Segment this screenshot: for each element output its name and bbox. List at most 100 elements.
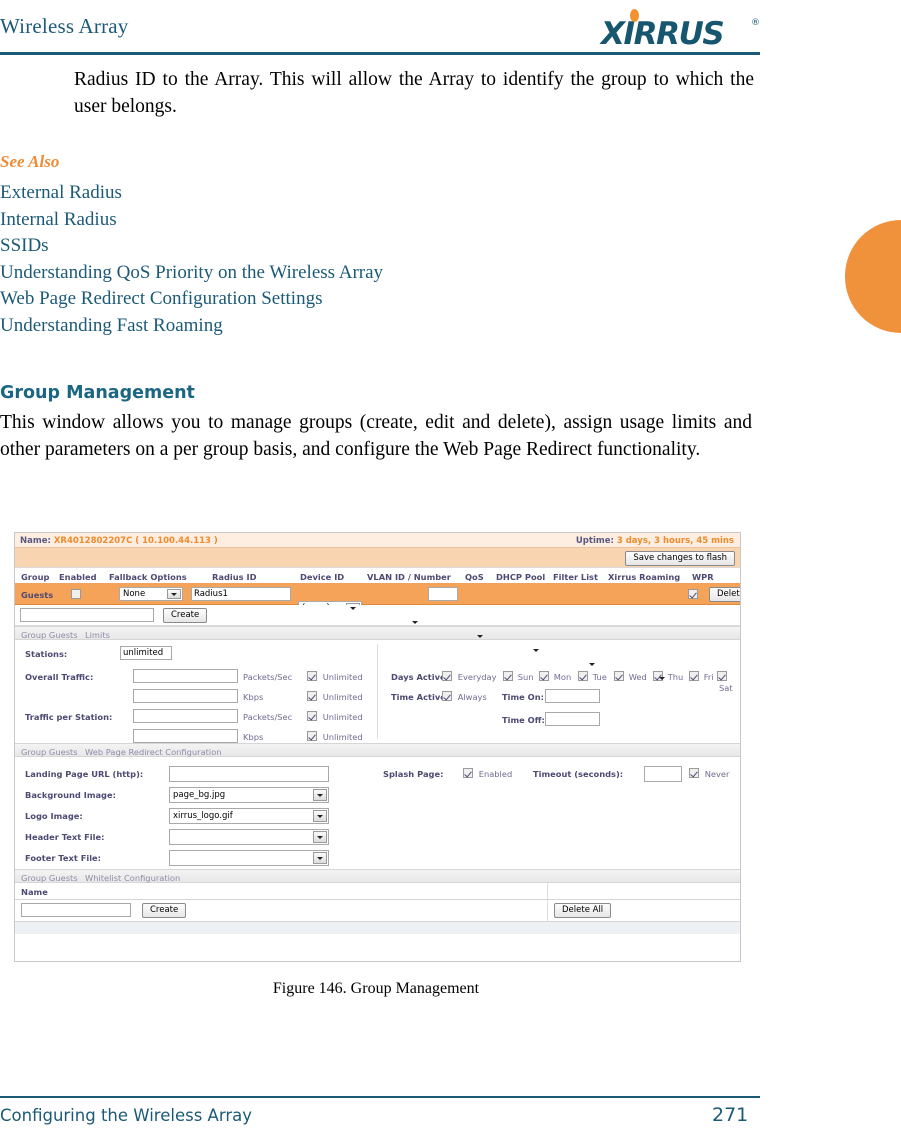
chevron-down-icon [412,621,418,624]
day-wed-checkbox[interactable] [614,671,624,681]
save-changes-to-flash-button[interactable]: Save changes to flash [625,551,735,566]
header-text-file-select[interactable] [169,829,329,845]
overall-pps-unlimited-wrap[interactable]: Unlimited [307,671,363,683]
vlan-number-input[interactable] [428,587,458,601]
see-also-heading: See Also [0,152,60,171]
create-group-button[interactable]: Create [163,608,208,623]
day-fri-wrap[interactable]: Fri [689,671,714,683]
chevron-down-icon [350,607,356,610]
landing-page-url-label: Landing Page URL (http): [25,769,144,779]
never-wrap[interactable]: Never [689,768,729,780]
section-paragraph: This window allows you to manage groups … [0,412,752,460]
time-on-label: Time On: [502,692,544,702]
station-traffic-pps-input[interactable] [133,709,238,723]
fallback-options-value: None [123,589,146,599]
day-sun-checkbox[interactable] [503,671,513,681]
radius-id-input[interactable] [191,587,291,601]
day-mon-wrap[interactable]: Mon [539,671,571,683]
time-off-label: Time Off: [502,715,545,725]
overall-traffic-pps-input[interactable] [133,669,238,683]
logo-image-select[interactable]: xirrus_logo.gif [169,808,329,824]
whitelist-create-button[interactable]: Create [142,903,187,918]
see-also-link-wpr-settings[interactable]: Web Page Redirect Configuration Settings [0,286,600,313]
overall-traffic-label: Overall Traffic: [25,672,94,682]
always-label: Always [457,692,487,702]
day-tue-wrap[interactable]: Tue [578,671,607,683]
time-off-input[interactable] [545,712,600,726]
day-fri-checkbox[interactable] [689,671,699,681]
figure-caption: Figure 146. Group Management [272,980,480,997]
whitelist-header-divider [547,883,548,899]
footer-chapter-title: Configuring the Wireless Array [0,1106,252,1125]
col-filter-list: Filter List [553,572,598,582]
station-kbps-units: Kbps [243,732,264,742]
day-sat-wrap[interactable]: Sat [717,671,740,694]
station-traffic-kbps-input[interactable] [133,729,238,743]
overall-kbps-unlimited-wrap[interactable]: Unlimited [307,691,363,703]
group-enabled-checkbox[interactable] [71,589,81,599]
see-also-link-fast-roaming[interactable]: Understanding Fast Roaming [0,313,600,340]
landing-page-url-input[interactable] [169,766,329,782]
stations-input[interactable] [120,646,172,660]
wpr-checkbox-wrap[interactable] [688,589,698,601]
never-checkbox[interactable] [689,768,699,778]
page-content: Wireless Array XIRRUS ® Radius ID to the… [0,0,760,1137]
delete-group-button[interactable]: Delete [709,587,740,602]
overall-kbps-units: Kbps [243,692,264,702]
chevron-down-icon [171,593,177,596]
whitelist-create-row: Create Delete All [15,900,740,921]
new-group-name-input[interactable] [20,608,154,622]
footer-text-file-select[interactable] [169,850,329,866]
fallback-options-select[interactable]: None [119,587,183,601]
col-group: Group [21,572,50,582]
day-sat-checkbox[interactable] [717,671,727,681]
day-wed-label: Wed [628,672,647,682]
timeout-label: Timeout (seconds): [533,769,624,779]
group-enabled-checkbox-wrap[interactable] [71,589,81,601]
overall-pps-unlimited-checkbox[interactable] [307,671,317,681]
background-image-select[interactable]: page_bg.jpg [169,787,329,803]
day-mon-label: Mon [553,672,572,682]
day-tue-checkbox[interactable] [578,671,588,681]
station-pps-unlimited-checkbox[interactable] [307,711,317,721]
wpr-bar-title: Web Page Redirect Configuration [85,747,222,757]
see-also-link-external-radius[interactable]: External Radius [0,180,600,207]
station-kbps-unlimited-checkbox[interactable] [307,731,317,741]
overall-kbps-unlimited-checkbox[interactable] [307,691,317,701]
splash-enabled-wrap[interactable]: Enabled [463,768,512,780]
always-wrap[interactable]: Always [442,691,487,703]
array-name-block: Name: XR4012802207C ( 10.100.44.113 ) [20,536,218,546]
whitelist-name-input[interactable] [21,903,131,917]
day-thu-wrap[interactable]: Thu [653,671,683,683]
see-also-link-qos-priority[interactable]: Understanding QoS Priority on the Wirele… [0,260,600,287]
day-mon-checkbox[interactable] [539,671,549,681]
group-table-header: Group Enabled Fallback Options Radius ID… [15,568,740,584]
splash-enabled-label: Enabled [478,769,513,779]
whitelist-name-column: Name [21,887,48,897]
group-table-row: Guests None (none) (none) [15,584,740,685]
time-on-input[interactable] [545,689,600,703]
whitelist-delete-all-button[interactable]: Delete All [554,903,612,918]
see-also-link-internal-radius[interactable]: Internal Radius [0,207,600,234]
see-also-link-ssids[interactable]: SSIDs [0,233,600,260]
col-fallback: Fallback Options [109,572,187,582]
day-wed-wrap[interactable]: Wed [614,671,647,683]
limits-bar-group: Group Guests [21,630,78,640]
overall-traffic-kbps-input[interactable] [133,689,238,703]
station-pps-unlimited-wrap[interactable]: Unlimited [307,711,363,723]
always-checkbox[interactable] [442,691,452,701]
day-sun-wrap[interactable]: Sun [503,671,534,683]
wpr-checkbox[interactable] [688,589,698,599]
timeout-input[interactable] [644,766,682,782]
everyday-checkbox[interactable] [442,671,452,681]
everyday-wrap[interactable]: Everyday [442,671,497,683]
logo-dot-icon [630,9,639,22]
edge-tab-marker [845,220,901,333]
col-enabled: Enabled [59,572,97,582]
station-kbps-unlimited-wrap[interactable]: Unlimited [307,731,363,743]
create-group-row: Create [15,605,740,626]
day-tue-label: Tue [592,672,607,682]
xirrus-logo: XIRRUS ® [601,8,760,52]
splash-enabled-checkbox[interactable] [463,768,473,778]
whitelist-section-bar: Group Guests Whitelist Configuration [15,869,740,883]
